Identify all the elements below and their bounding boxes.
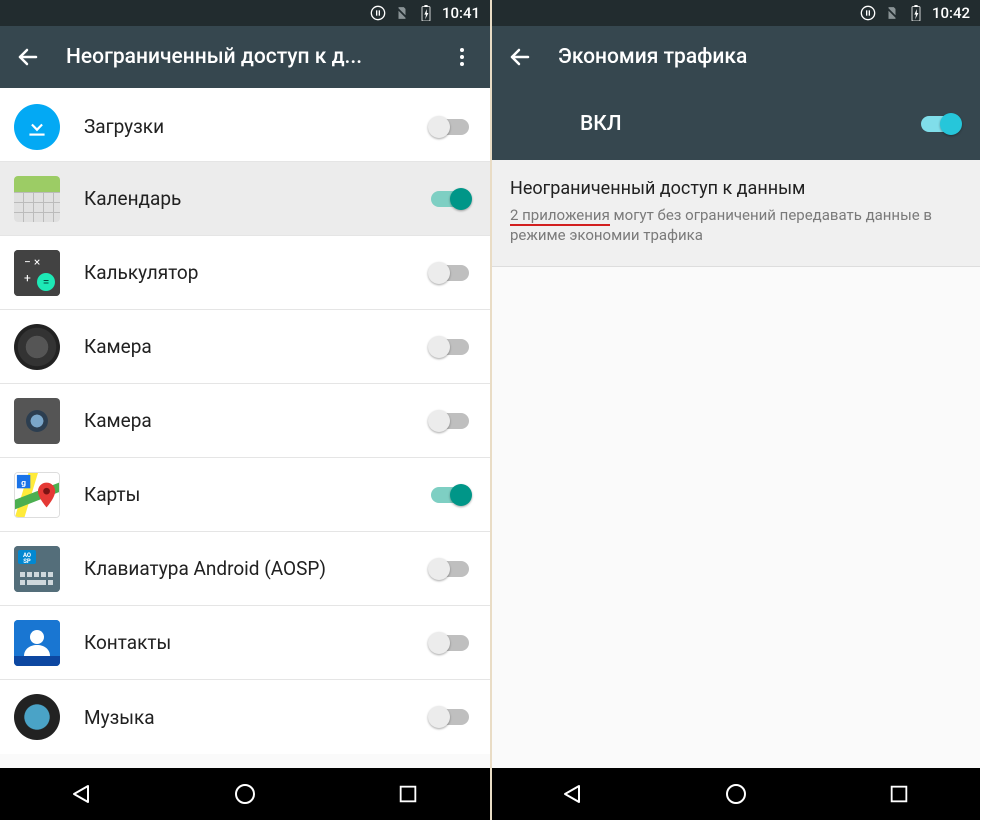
status-time: 10:42	[932, 4, 970, 22]
screen-data-saver: 10:42 Экономия трафика ВКЛ Неограниченны…	[490, 0, 980, 820]
app-label: Музыка	[84, 706, 428, 729]
toggle-switch[interactable]	[428, 335, 472, 359]
app-label: Карты	[84, 483, 428, 506]
battery-charging-icon	[418, 5, 434, 21]
battery-charging-icon	[908, 5, 924, 21]
app-label: Камера	[84, 409, 428, 432]
pause-icon	[370, 5, 386, 21]
app-row[interactable]: Загрузки	[0, 88, 490, 162]
row-title: Неограниченный доступ к данным	[510, 178, 962, 199]
toggle-switch[interactable]	[428, 409, 472, 433]
app-bar: Экономия трафика	[492, 26, 980, 88]
maps-icon: g	[14, 472, 60, 518]
svg-text:− ×: − ×	[24, 255, 40, 269]
svg-text:SP: SP	[23, 558, 31, 565]
master-switch-label: ВКЛ	[580, 112, 622, 136]
row-description: 2 приложения могут без ограничений перед…	[510, 205, 962, 246]
nav-back-button[interactable]	[47, 774, 117, 814]
app-row[interactable]: − × + = Калькулятор	[0, 236, 490, 310]
toggle-switch[interactable]	[428, 261, 472, 285]
contacts-icon	[14, 620, 60, 666]
master-switch-panel[interactable]: ВКЛ	[492, 88, 980, 160]
app-bar: Неограниченный доступ к д...	[0, 26, 490, 88]
app-count: 2 приложения	[510, 206, 610, 226]
music-icon	[14, 694, 60, 740]
screen-unrestricted-apps: 10:41 Неограниченный доступ к д... Загру…	[0, 0, 490, 820]
nav-home-button[interactable]	[210, 774, 280, 814]
camera-icon	[14, 324, 60, 370]
app-label: Камера	[84, 335, 428, 358]
status-bar: 10:42	[492, 0, 980, 26]
no-sim-icon	[884, 5, 900, 21]
app-label: Календарь	[84, 187, 428, 210]
status-time: 10:41	[442, 4, 480, 22]
app-label: Калькулятор	[84, 261, 428, 284]
app-row[interactable]: AOSP Клавиатура Android (AOSP)	[0, 532, 490, 606]
navigation-bar	[492, 768, 980, 820]
nav-back-button[interactable]	[538, 774, 608, 814]
keyboard-icon: AOSP	[14, 546, 60, 592]
app-row[interactable]: Контакты	[0, 606, 490, 680]
nav-recent-button[interactable]	[373, 774, 443, 814]
svg-text:+: +	[24, 271, 31, 285]
page-title: Экономия трафика	[558, 45, 972, 69]
app-label: Контакты	[84, 631, 428, 654]
nav-home-button[interactable]	[701, 774, 771, 814]
app-row[interactable]: Музыка	[0, 680, 490, 754]
svg-text:g: g	[21, 478, 26, 488]
unrestricted-data-row[interactable]: Неограниченный доступ к данным 2 приложе…	[492, 160, 980, 267]
app-row[interactable]: Камера	[0, 310, 490, 384]
empty-area	[492, 267, 980, 769]
status-bar: 10:41	[0, 0, 490, 26]
toggle-switch[interactable]	[428, 187, 472, 211]
navigation-bar	[0, 768, 490, 820]
calendar-icon	[14, 176, 60, 222]
toggle-switch[interactable]	[428, 483, 472, 507]
page-title: Неограниченный доступ к д...	[66, 45, 424, 69]
app-list: Загрузки Календарь − × + = Калькулятор Кам…	[0, 88, 490, 768]
toggle-switch[interactable]	[428, 631, 472, 655]
master-toggle-switch[interactable]	[918, 112, 962, 136]
app-row[interactable]: g Карты	[0, 458, 490, 532]
svg-text:=: =	[43, 275, 50, 289]
nav-recent-button[interactable]	[864, 774, 934, 814]
overflow-menu-button[interactable]	[442, 37, 482, 77]
download-icon	[14, 104, 60, 150]
pause-icon	[860, 5, 876, 21]
app-row[interactable]: Камера	[0, 384, 490, 458]
toggle-switch[interactable]	[428, 705, 472, 729]
app-label: Клавиатура Android (AOSP)	[84, 557, 428, 580]
no-sim-icon	[394, 5, 410, 21]
app-row[interactable]: Календарь	[0, 162, 490, 236]
back-button[interactable]	[500, 37, 540, 77]
calculator-icon: − × + =	[14, 250, 60, 296]
app-label: Загрузки	[84, 115, 428, 138]
toggle-switch[interactable]	[428, 115, 472, 139]
camera2-icon	[14, 398, 60, 444]
back-button[interactable]	[8, 37, 48, 77]
toggle-switch[interactable]	[428, 557, 472, 581]
